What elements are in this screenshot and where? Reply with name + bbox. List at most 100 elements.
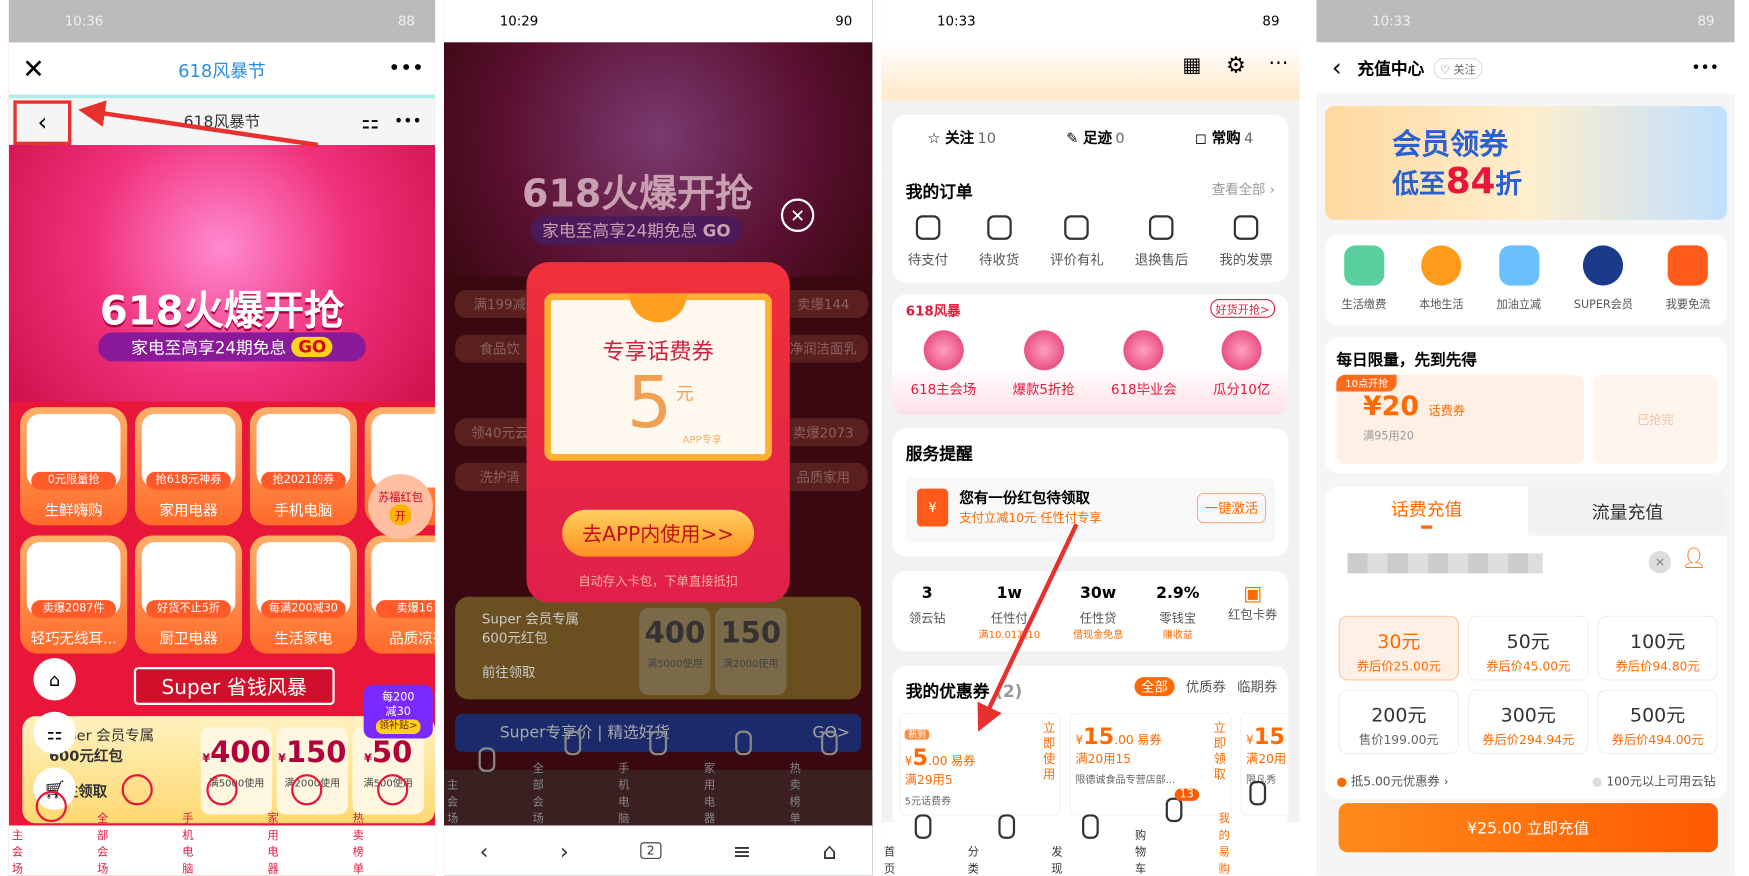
promo-banner[interactable]: 会员领券 低至84折 (1325, 105, 1727, 220)
nav-item[interactable]: 分类 (965, 814, 1049, 876)
recharge-option[interactable]: 100元 券后价94.80元 (1597, 615, 1718, 681)
follow-button[interactable]: ♡ 关注 (1433, 57, 1483, 79)
grid-float-button[interactable]: ⚏ (33, 711, 76, 755)
close-popup-button[interactable]: ✕ (780, 198, 815, 233)
home-icon[interactable]: ⌂ (823, 837, 837, 864)
back-icon[interactable]: ‹ (480, 837, 489, 864)
recharge-now-button[interactable]: ¥25.00 立即充值 (1338, 803, 1718, 853)
gear-icon[interactable]: ⚙ (1226, 51, 1246, 78)
coupon-action[interactable]: 立即领取 (1212, 720, 1226, 784)
nav-item[interactable]: 发现 (1049, 814, 1133, 876)
category-tile[interactable]: 抢2021的券 手机电脑 (249, 407, 357, 526)
storm-item[interactable]: 618毕业会 (1111, 330, 1177, 398)
tabs-count-button[interactable]: 2 (640, 842, 662, 859)
coupon-tab[interactable]: 临期券 (1237, 677, 1277, 696)
coupon-value: ¥15 (1246, 722, 1285, 750)
service-item[interactable]: 本地生活 (1419, 245, 1464, 311)
coupon-tab[interactable]: 优质券 (1186, 677, 1226, 696)
nav-item[interactable]: 主会场 (444, 747, 530, 825)
finance-item[interactable]: 1w 任性付 满10.01减10 (979, 585, 1041, 642)
category-tile[interactable]: 抢618元神券 家用电器 (134, 407, 243, 526)
daily-coupon[interactable]: 10点开抢 ¥20 话费券 满95用20 (1336, 374, 1585, 465)
nav-item[interactable]: 手机电脑 (179, 774, 264, 876)
recharge-option[interactable]: 50元 券后价45.00元 (1467, 615, 1589, 681)
service-reminder[interactable]: ¥ 您有一份红包待领取 支付立减10元 任性付专享 一键激活 (905, 477, 1276, 543)
forward-icon[interactable]: › (560, 837, 569, 864)
back-button[interactable]: ‹ (13, 100, 72, 146)
nav-item[interactable]: 手机电脑 (615, 730, 701, 825)
nav-item[interactable]: 家用电器 (701, 730, 787, 825)
coupon-action[interactable]: 立即使用 (1041, 720, 1055, 784)
promo-badge[interactable]: 每200 减30 领补贴> (363, 684, 433, 739)
storm-item[interactable]: 618主会场 (911, 330, 976, 398)
finance-item[interactable]: 30w 任性贷 借现金免息 (1073, 585, 1123, 642)
clear-icon[interactable]: ✕ (1648, 551, 1672, 574)
finance-item[interactable]: 2.9% 零钱宝 赚收益 (1156, 585, 1199, 642)
coupon-selector[interactable]: ● 抵5.00元优惠券 › (1336, 772, 1448, 790)
order-item[interactable]: 我的发票 (1219, 215, 1273, 269)
tab-phone-recharge[interactable]: 话费充值 (1325, 486, 1528, 535)
wallet-link[interactable]: ▣ 红包卡券 (1228, 582, 1277, 623)
go-badge[interactable]: GO (291, 336, 333, 357)
category-tile[interactable]: 好货不止5折 厨卫电器 (134, 535, 243, 654)
nav-item[interactable]: 热卖榜单 (350, 774, 435, 876)
phone-number-input-blurred[interactable] (1347, 553, 1543, 574)
tab-data-recharge[interactable]: 流量充值 (1528, 486, 1727, 536)
contact-icon[interactable]: 👤︎ (1681, 547, 1706, 570)
recharge-option[interactable]: 30元 券后价25.00元 (1338, 615, 1460, 681)
hero-banner[interactable]: 618火爆开抢 家电至高享24期免息 GO (8, 145, 436, 402)
nav-item[interactable]: 全部会场 (94, 774, 179, 876)
qr-code-icon[interactable]: ▦ (1182, 54, 1201, 77)
view-all-orders-link[interactable]: 查看全部 › (1212, 180, 1275, 199)
message-icon[interactable]: ⋯ (1268, 51, 1288, 74)
use-in-app-button[interactable]: 去APP内使用>> (562, 509, 755, 557)
grid-icon[interactable]: ⚏ (361, 110, 379, 133)
card-notch (629, 293, 688, 323)
order-item[interactable]: 待收货 (979, 215, 1019, 269)
super-banner[interactable]: Super 省钱风暴 (133, 667, 335, 705)
nav-item[interactable]: 首页 (881, 814, 965, 876)
nav-item[interactable]: 热卖榜单 (787, 730, 873, 825)
category-tile[interactable]: 卖爆161 品质凉茶 (364, 535, 436, 654)
storm-cta[interactable]: 好货开抢> (1209, 298, 1276, 318)
more-icon[interactable]: ••• (388, 57, 424, 80)
storm-item[interactable]: 爆款5折抢 (1013, 330, 1075, 398)
stat-2[interactable]: ◻ 常购 4 (1195, 126, 1253, 148)
coupon-tabs: 全部 优质券 临期券 (1134, 677, 1277, 697)
recharge-option[interactable]: 200元 售价199.00元 (1338, 689, 1460, 755)
order-item[interactable]: 退换售后 (1135, 215, 1188, 269)
category-tile[interactable]: 0元限量抢 生鲜嗨购 (20, 407, 128, 526)
more-icon[interactable]: ••• (1691, 59, 1719, 77)
menu-icon[interactable]: ≡ (733, 837, 752, 864)
category-tile[interactable]: 每满200减30 生活家电 (249, 535, 357, 654)
nav-item[interactable]: 家用电器 (265, 774, 350, 876)
promo-subsidy-link[interactable]: 领补贴> (375, 718, 421, 734)
stat-0[interactable]: ☆ 关注 10 (928, 126, 996, 148)
service-item[interactable]: 我要免流 (1666, 245, 1710, 311)
cloud-diamond-toggle[interactable]: ● 100元以上可用云钻 (1592, 772, 1716, 790)
order-item[interactable]: 待支付 (908, 215, 948, 269)
coupon-tab[interactable]: 全部 (1134, 677, 1175, 697)
coupon-item[interactable]: 新到 ¥5.00 易券 满29用5 5元话费券 立即使用 (899, 712, 1061, 816)
red-packet-float[interactable]: 苏福红包开 (368, 474, 433, 539)
service-item[interactable]: 生活缴费 (1342, 245, 1386, 311)
activate-button[interactable]: 一键激活 (1196, 493, 1267, 524)
open-button[interactable]: 开 (389, 504, 412, 526)
home-float-button[interactable]: ⌂ (33, 658, 76, 701)
finance-item[interactable]: 3 领云钻 (909, 585, 946, 642)
nav-item[interactable]: 全部会场 (530, 730, 616, 825)
category-tile[interactable]: 卖爆2087件 轻巧无线耳... (20, 535, 128, 654)
service-item[interactable]: SUPER会员 (1574, 245, 1633, 311)
nav-item[interactable]: 购物车 13 (1132, 788, 1216, 876)
recharge-option[interactable]: 300元 券后价294.94元 (1467, 689, 1589, 755)
more-icon[interactable]: ••• (394, 113, 422, 131)
back-icon[interactable]: ‹ (1332, 54, 1342, 82)
service-item[interactable]: 加油立减 (1496, 245, 1541, 311)
recharge-option[interactable]: 500元 券后价494.00元 (1597, 689, 1718, 755)
order-item[interactable]: 评价有礼 (1050, 215, 1104, 269)
nav-item[interactable]: 主会场 (9, 790, 94, 876)
close-icon[interactable]: ✕ (22, 53, 44, 84)
storm-item[interactable]: 瓜分10亿 (1213, 330, 1270, 398)
nav-item[interactable]: 我的易购 (1216, 780, 1300, 876)
stat-1[interactable]: ✎ 足迹 0 (1066, 126, 1124, 148)
